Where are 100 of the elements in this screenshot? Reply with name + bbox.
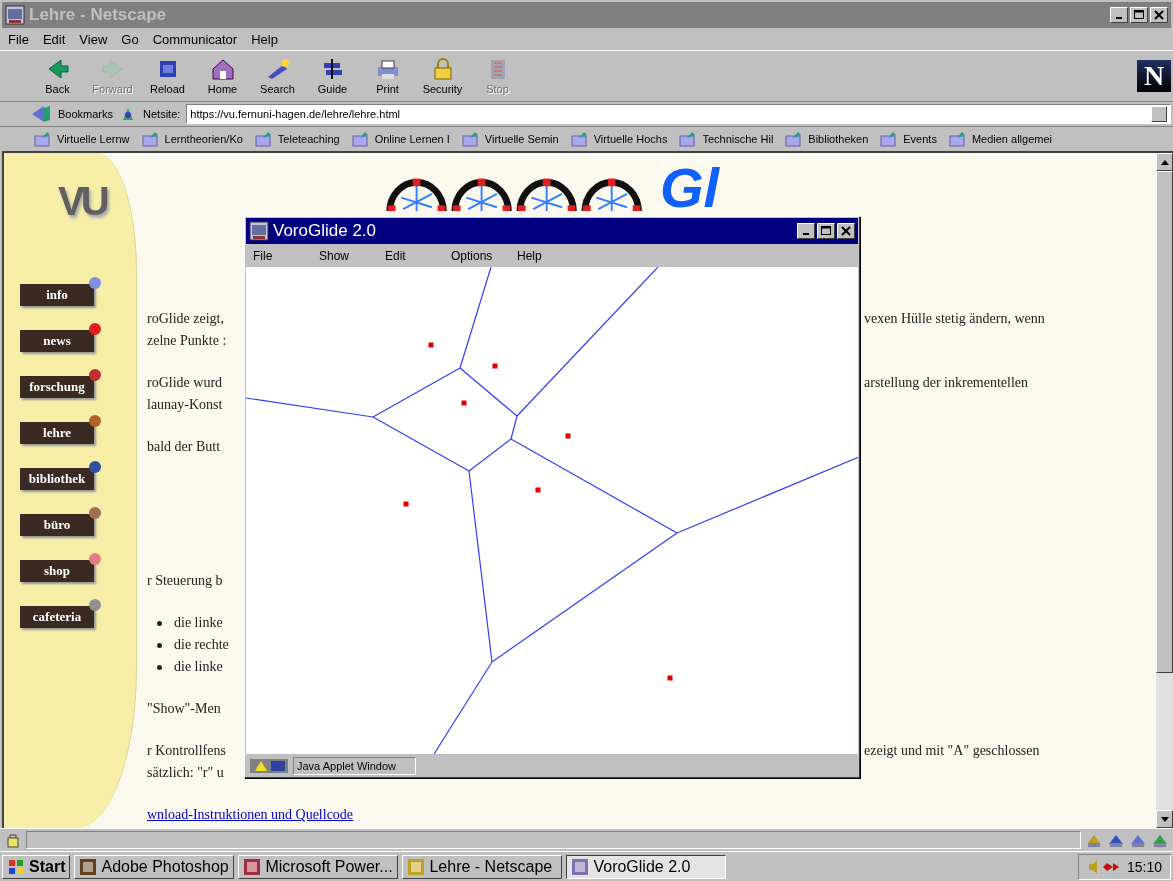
logo-text: Gl: [660, 163, 720, 213]
bullet-icon: [157, 642, 162, 648]
menu-item[interactable]: Options: [443, 249, 509, 263]
nav-button[interactable]: bibliothek: [20, 468, 94, 490]
toolbar-button[interactable]: Back: [30, 57, 85, 95]
taskbar-button[interactable]: Microsoft Power...: [238, 854, 399, 879]
app-icon: [243, 857, 262, 876]
nav-button[interactable]: lehre: [20, 422, 94, 444]
windows-flag-icon: [7, 857, 25, 876]
menu-item[interactable]: Communicator: [152, 31, 238, 47]
close-icon: [1154, 10, 1164, 20]
browser-logo: N: [1137, 60, 1171, 92]
close-icon: [841, 226, 851, 236]
dropdown-button[interactable]: [1151, 106, 1167, 122]
minimize-button[interactable]: [797, 223, 815, 239]
menu-item[interactable]: File: [245, 249, 311, 263]
body-text: bald der Butt: [147, 439, 222, 455]
toolbar-button[interactable]: Security: [415, 57, 470, 95]
body-text: die linke: [174, 659, 223, 675]
url-field[interactable]: https://vu.fernuni-hagen.de/lehre/lehre.html: [186, 104, 1171, 124]
arrow-down-icon: [1160, 816, 1169, 822]
app-icon: [5, 5, 25, 25]
bookmark-link[interactable]: Online Lernen I: [351, 131, 450, 147]
nav-button[interactable]: büro: [20, 514, 94, 536]
start-button[interactable]: Start: [2, 854, 71, 879]
maximize-icon: [1134, 10, 1144, 20]
minimize-icon: [1116, 17, 1122, 19]
clock-text: 15:10: [1126, 858, 1162, 875]
folder-icon: [254, 131, 273, 147]
blob-icon: [88, 506, 102, 520]
folder-icon: [461, 131, 480, 147]
bookmark-link[interactable]: Technische Hil: [679, 131, 774, 147]
body-text: arstellung der inkrementellen: [864, 375, 1030, 391]
bookmark-link[interactable]: Bibliotheken: [785, 131, 869, 147]
blob-icon: [88, 276, 102, 290]
close-button[interactable]: [1150, 7, 1168, 23]
menu-item[interactable]: Help: [509, 249, 575, 263]
toolbar-button[interactable]: Home: [195, 57, 250, 95]
nav-button[interactable]: shop: [20, 560, 94, 582]
folder-icon: [880, 131, 899, 147]
bookmark-link[interactable]: Teleteaching: [254, 131, 340, 147]
bookmark-link[interactable]: Virtuelle Lernw: [34, 131, 130, 147]
vertical-scrollbar[interactable]: [1156, 153, 1173, 828]
bookmarks-button[interactable]: Bookmarks: [30, 102, 114, 126]
body-text: roGlide wurd: [147, 375, 224, 391]
body-text: sätzlich: "r" u: [147, 765, 225, 781]
bookmark-link[interactable]: Virtuelle Semin: [461, 131, 559, 147]
menu-item[interactable]: Edit: [42, 31, 66, 47]
blob-icon: [88, 322, 102, 336]
menu-item[interactable]: Edit: [377, 249, 443, 263]
bookmark-link[interactable]: Events: [880, 131, 937, 147]
maximize-button[interactable]: [817, 223, 835, 239]
minimize-button[interactable]: [1110, 7, 1128, 23]
nav-button[interactable]: news: [20, 330, 94, 352]
tray-icon[interactable]: [1086, 858, 1121, 875]
nav-button[interactable]: cafeteria: [20, 606, 94, 628]
toolbar-button[interactable]: Guide: [305, 57, 360, 95]
body-text: r Kontrollfens: [147, 743, 227, 759]
menu-item[interactable]: Show: [311, 249, 377, 263]
body-text: zelne Punkte :: [147, 333, 228, 349]
folder-icon: [570, 131, 589, 147]
toolbar-button[interactable]: Search: [250, 57, 305, 95]
blob-icon: [88, 598, 102, 612]
folder-icon: [785, 131, 804, 147]
menu-item[interactable]: Help: [251, 31, 278, 47]
folder-icon: [351, 131, 370, 147]
maximize-button[interactable]: [1130, 7, 1148, 23]
bookmark-link[interactable]: Lerntheorien/Ko: [141, 131, 243, 147]
body-text: die linke: [174, 615, 223, 631]
app-icon: [571, 857, 590, 876]
blob-icon: [88, 368, 102, 382]
blob-icon: [88, 552, 102, 566]
menu-item[interactable]: Go: [121, 31, 139, 47]
toolbar-button[interactable]: Reload: [140, 57, 195, 95]
blob-icon: [88, 460, 102, 474]
site-logo: VU: [58, 179, 106, 224]
taskbar-button[interactable]: Lehre - Netscape: [402, 854, 563, 879]
download-link[interactable]: wnload-Instruktionen und Quellcode: [147, 806, 354, 824]
body-text: r Steuerung b: [147, 573, 224, 589]
toolbar-button[interactable]: Print: [360, 57, 415, 95]
bullet-icon: [157, 664, 162, 670]
body-text: vexen Hülle stetig ändern, wenn: [864, 311, 1046, 327]
close-button[interactable]: [837, 223, 855, 239]
menu-item[interactable]: View: [79, 31, 108, 47]
menu-item[interactable]: File: [8, 31, 29, 47]
location-label: Netsite:: [143, 108, 181, 120]
warning-icon: [249, 757, 289, 774]
bullet-icon: [157, 620, 162, 626]
nav-button[interactable]: forschung: [20, 376, 94, 398]
taskbar-button[interactable]: Adobe Photoshop: [74, 854, 235, 879]
window-title: VoroGlide 2.0: [273, 221, 377, 241]
taskbar-button[interactable]: VoroGlide 2.0: [566, 854, 727, 879]
nav-button[interactable]: info: [20, 284, 94, 306]
folder-icon: [141, 131, 160, 147]
bookmark-link[interactable]: Medien allgemei: [948, 131, 1052, 147]
app-icon: [407, 857, 426, 876]
folder-icon: [679, 131, 698, 147]
app-icon: [79, 857, 98, 876]
bookmark-link[interactable]: Virtuelle Hochs: [570, 131, 668, 147]
applet-status-text: Java Applet Window: [293, 756, 416, 775]
